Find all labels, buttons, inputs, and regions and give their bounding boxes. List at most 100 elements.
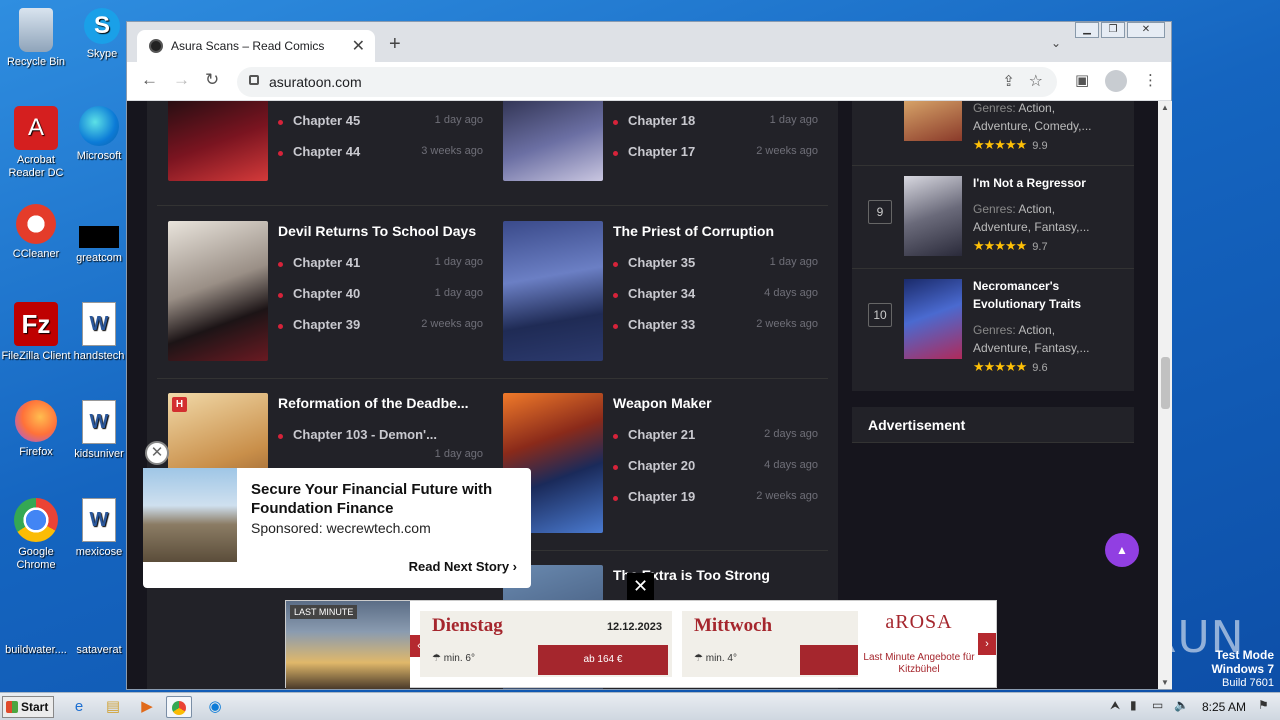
edge-shortcut[interactable]: Microsoft (72, 106, 126, 163)
desktop-icon-label: Acrobat Reader DC (8, 154, 64, 179)
banner-next-arrow[interactable]: › (978, 633, 996, 655)
chapter-link[interactable]: Chapter 17 2 weeks ago (613, 144, 818, 164)
sataverat-shortcut[interactable]: sataverat (72, 620, 126, 657)
forecast-day: Dienstag (432, 615, 503, 636)
comic-cover[interactable] (168, 101, 268, 181)
ad-heading-text: Advertisement (868, 417, 966, 433)
side-panel-icon[interactable]: ▣ (1075, 71, 1089, 89)
desktop-icon-label: CCleaner (12, 248, 60, 260)
scrollbar-thumb[interactable] (1161, 357, 1170, 409)
comic-title[interactable]: Reformation of the Deadbe... (278, 395, 488, 411)
price-button[interactable] (800, 645, 858, 675)
handstech-shortcut[interactable]: W handstech (72, 302, 126, 363)
ie-taskbar-icon[interactable]: e (66, 696, 92, 718)
comic-cover[interactable] (503, 101, 603, 181)
comic-cover[interactable] (168, 221, 268, 361)
chapter-link[interactable]: Chapter 45 1 day ago (278, 113, 483, 133)
popular-title[interactable]: I'm Not a Regressor (973, 174, 1123, 192)
chapter-link[interactable]: Chapter 21 2 days ago (613, 427, 818, 447)
recycle-bin-icon[interactable]: Recycle Bin (0, 8, 72, 69)
volume-icon[interactable]: 🔈 (1174, 698, 1189, 712)
address-bar[interactable]: asuratoon.com ⇪ ☆ (237, 67, 1057, 97)
chapter-link[interactable]: Chapter 41 1 day ago (278, 255, 483, 275)
reload-icon[interactable]: ↻ (205, 70, 219, 90)
banner-ad[interactable]: LAST MINUTE ‹ Dienstag 12.12.2023 ☂ min.… (285, 600, 997, 689)
scroll-up-arrow-icon[interactable]: ▲ (1161, 103, 1169, 112)
ccleaner-shortcut[interactable]: CCleaner (0, 204, 72, 261)
acrobat-shortcut[interactable]: A Acrobat Reader DC (0, 106, 72, 180)
comic-title[interactable]: Devil Returns To School Days (278, 223, 488, 239)
close-tab-icon[interactable]: ✕ (352, 36, 365, 56)
buildwater-shortcut[interactable]: buildwater.... (0, 620, 72, 657)
greatcom-shortcut[interactable]: greatcom (72, 204, 126, 265)
tab-asura-scans[interactable]: Asura Scans – Read Comics ✕ (137, 30, 375, 62)
back-icon[interactable]: ← (141, 70, 158, 90)
share-icon[interactable]: ⇪ (1002, 72, 1015, 90)
media-player-taskbar-icon[interactable]: ▶ (134, 696, 160, 718)
genres-label: Genres: (973, 101, 1016, 115)
popular-item[interactable]: 10 Necromancer's Evolutionary Traits Gen… (852, 269, 1134, 389)
chrome-icon (14, 498, 58, 542)
popular-title[interactable]: Necromancer's Evolutionary Traits (973, 277, 1123, 313)
monitor-icon[interactable]: ▭ (1152, 698, 1163, 712)
kidsuniver-shortcut[interactable]: W kidsuniver (72, 400, 126, 461)
maximize-button[interactable]: ❐ (1101, 22, 1125, 38)
scroll-down-arrow-icon[interactable]: ▼ (1161, 678, 1169, 687)
popular-item[interactable]: Genres: Action, Adventure, Comedy,... ★★… (852, 101, 1134, 166)
chapter-link[interactable]: Chapter 35 1 day ago (613, 255, 818, 275)
menu-kebab-icon[interactable]: ⋮ (1143, 71, 1158, 89)
chapter-link[interactable]: Chapter 18 1 day ago (613, 113, 818, 133)
popular-item[interactable]: 9 I'm Not a Regressor Genres: Action, Ad… (852, 166, 1134, 269)
network-icon[interactable]: ▮ (1130, 698, 1137, 712)
bookmark-star-icon[interactable]: ☆ (1029, 71, 1043, 91)
chapter-link[interactable]: Chapter 33 2 weeks ago (613, 317, 818, 337)
popup-close-button[interactable]: ✕ (145, 441, 169, 465)
start-button[interactable]: Start (2, 696, 54, 718)
new-tab-button[interactable]: + (389, 33, 401, 56)
minimize-button[interactable]: ▁ (1075, 22, 1099, 38)
scroll-to-top-button[interactable]: ▲ (1105, 533, 1139, 567)
chrome-shortcut[interactable]: Google Chrome (0, 498, 72, 572)
profile-avatar-icon[interactable] (1105, 70, 1127, 92)
chapter-link[interactable]: Chapter 40 1 day ago (278, 286, 483, 306)
firefox-shortcut[interactable]: Firefox (0, 400, 72, 459)
popular-thumb[interactable] (904, 176, 962, 256)
page-scrollbar[interactable]: ▲ ▼ (1158, 101, 1172, 689)
chapter-link[interactable]: Chapter 19 2 weeks ago (613, 489, 818, 509)
banner-close-button[interactable]: ✕ (627, 573, 654, 600)
tray-expand-icon[interactable]: ⮝ (1110, 698, 1120, 713)
tab-search-chevron-icon[interactable]: ⌄ (1051, 36, 1061, 50)
skype-shortcut[interactable]: S Skype (72, 8, 132, 61)
chapter-link[interactable]: Chapter 103 - Demon'... (278, 427, 483, 447)
close-window-button[interactable]: ✕ (1127, 22, 1165, 38)
comic-cover[interactable] (503, 221, 603, 361)
popular-thumb[interactable] (904, 279, 962, 359)
genres-label: Genres: (973, 202, 1016, 216)
chapter-link[interactable]: Chapter 39 2 weeks ago (278, 317, 483, 337)
chapter-link[interactable]: Chapter 34 4 days ago (613, 286, 818, 306)
taskbar-clock[interactable]: 8:25 AM (1202, 700, 1246, 714)
comic-title[interactable]: Weapon Maker (613, 395, 823, 411)
chapter-link[interactable]: Chapter 44 3 weeks ago (278, 144, 483, 164)
rating-stars: ★★★★★ 9.7 (973, 238, 1048, 254)
mexicose-shortcut[interactable]: W mexicose (72, 498, 126, 559)
read-next-story-link[interactable]: Read Next Story › (409, 559, 517, 574)
desktop-icon-label: Skype (86, 48, 118, 60)
edge-taskbar-icon[interactable]: ◉ (202, 696, 228, 718)
popular-thumb[interactable] (904, 101, 962, 141)
filezilla-shortcut[interactable]: Fz FileZilla Client (0, 302, 72, 363)
bullet-icon (613, 434, 618, 439)
sponsored-popup[interactable]: Secure Your Financial Future with Founda… (143, 468, 531, 588)
forward-icon[interactable]: → (173, 70, 190, 90)
chapter-time: 4 days ago (764, 287, 818, 299)
comic-title[interactable]: The Priest of Corruption (613, 223, 823, 239)
genres-value: Action, (1018, 202, 1056, 216)
chapter-link[interactable]: Chapter 20 4 days ago (613, 458, 818, 478)
price-button[interactable]: ab 164 € (538, 645, 668, 675)
action-center-flag-icon[interactable]: ⚑ (1258, 698, 1269, 712)
popup-headline[interactable]: Secure Your Financial Future with Founda… (251, 480, 521, 518)
popup-sponsor: Sponsored: wecrewtech.com (251, 520, 431, 536)
chapter-name: Chapter 41 (293, 255, 361, 270)
explorer-taskbar-icon[interactable]: ▤ (100, 696, 126, 718)
chrome-taskbar-icon[interactable] (166, 696, 192, 718)
